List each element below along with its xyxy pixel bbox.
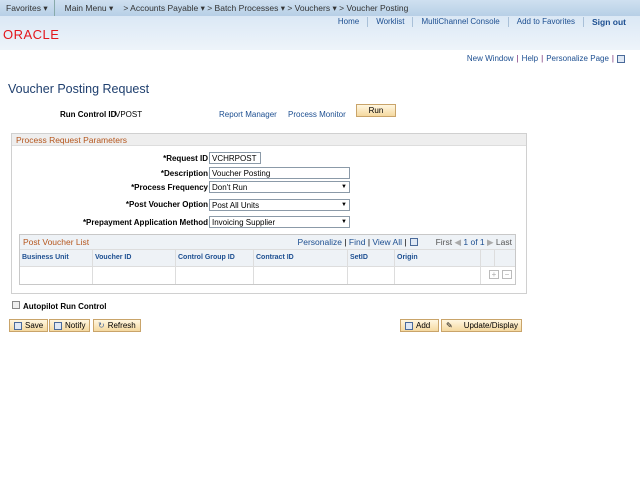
grid-find-link[interactable]: Find	[349, 237, 366, 247]
grid-title: Post Voucher List	[23, 237, 90, 247]
run-control-label: Run Control ID	[60, 110, 117, 119]
worklist-link[interactable]: Worklist	[367, 17, 412, 27]
description-label: *Description	[160, 169, 208, 178]
autopilot-label: Autopilot Run Control	[23, 302, 107, 311]
crumb-label: Accounts Payable	[130, 2, 199, 13]
description-input[interactable]: Voucher Posting	[209, 167, 350, 179]
refresh-label: Refresh	[107, 321, 136, 330]
prev-icon[interactable]: ◀	[452, 237, 463, 248]
frequency-label: *Process Frequency	[131, 183, 208, 192]
grid-count: 1 of 1	[463, 237, 485, 247]
grid-personalize-link[interactable]: Personalize	[298, 237, 342, 247]
post-option-label: *Post Voucher Option	[125, 200, 208, 209]
home-link[interactable]: Home	[330, 17, 367, 27]
sign-out-link[interactable]: Sign out	[583, 17, 634, 27]
notify-icon	[54, 321, 62, 330]
grid-view-all-link[interactable]: View All	[372, 237, 402, 247]
request-id-label: *Request ID	[163, 154, 208, 163]
crumb-current: > Voucher Posting	[339, 3, 409, 13]
customize-icon[interactable]	[617, 54, 625, 63]
save-button[interactable]: Save	[9, 319, 49, 332]
multichannel-link[interactable]: MultiChannel Console	[412, 17, 507, 27]
crumb-label: Batch Processes	[214, 2, 279, 13]
run-button[interactable]: Run	[356, 104, 396, 117]
add-icon	[405, 321, 413, 330]
crumb-vouchers[interactable]: > Vouchers ▾	[287, 3, 339, 14]
col-setid: SetID	[348, 250, 395, 266]
run-control-value: VPOST	[115, 110, 143, 119]
crumb-accounts-payable[interactable]: > Accounts Payable ▾	[123, 3, 207, 14]
add-button[interactable]: Add	[400, 319, 439, 332]
col-contract-id: Contract ID	[254, 250, 348, 266]
add-favorites-link[interactable]: Add to Favorites	[507, 17, 583, 27]
page-title: Voucher Posting Request	[8, 82, 150, 96]
refresh-icon: ↻	[98, 321, 105, 330]
pencil-icon: ✎	[446, 321, 453, 330]
crumb-label: Vouchers	[294, 2, 331, 13]
prepay-label: *Prepayment Application Method	[82, 218, 208, 227]
process-monitor-link[interactable]: Process Monitor	[288, 110, 346, 119]
crumb-label: Voucher Posting	[346, 3, 409, 13]
col-origin: Origin	[395, 250, 481, 266]
add-label: Add	[416, 321, 431, 330]
table-row: + −	[20, 266, 515, 284]
autopilot-checkbox[interactable]	[12, 301, 20, 309]
oracle-logo: ORACLE	[3, 27, 60, 42]
frequency-select[interactable]: Don't Run	[209, 181, 350, 193]
personalize-page-link[interactable]: Personalize Page	[546, 54, 609, 63]
page-links: New Window | Help | Personalize Page |	[467, 54, 625, 63]
col-business-unit: Business Unit	[20, 250, 93, 266]
delete-row-icon[interactable]: −	[502, 270, 512, 279]
refresh-button[interactable]: ↻ Refresh	[93, 319, 141, 332]
grid-last[interactable]: Last	[496, 237, 512, 247]
col-control-group-id: Control Group ID	[176, 250, 254, 266]
favorites-menu[interactable]: Favorites ▾	[0, 3, 54, 14]
help-link[interactable]: Help	[522, 54, 538, 63]
update-display-button[interactable]: ✎ Update/Display	[441, 319, 522, 332]
add-row-icon[interactable]: +	[489, 270, 499, 279]
prepay-select[interactable]: Invoicing Supplier	[209, 216, 350, 228]
crumb-batch-processes[interactable]: > Batch Processes ▾	[207, 3, 287, 14]
request-id-input[interactable]: VCHRPOST	[209, 152, 261, 164]
grid-first[interactable]: First	[436, 237, 453, 247]
save-icon	[14, 321, 22, 330]
save-label: Save	[25, 321, 44, 330]
col-voucher-id: Voucher ID	[93, 250, 176, 266]
section-title: Process Request Parameters	[12, 134, 526, 146]
notify-button[interactable]: Notify	[49, 319, 91, 332]
main-menu-label: Main Menu	[64, 2, 107, 13]
breadcrumb-bar: Favorites ▾ Main Menu ▾ > Accounts Payab…	[0, 0, 640, 16]
zoom-grid-icon[interactable]	[409, 238, 418, 246]
notify-label: Notify	[65, 321, 86, 330]
new-window-link[interactable]: New Window	[467, 54, 514, 63]
main-menu[interactable]: Main Menu ▾	[55, 3, 124, 14]
post-voucher-grid: Post Voucher List Personalize | Find | V…	[19, 234, 516, 285]
header-links: Home Worklist MultiChannel Console Add t…	[330, 17, 634, 27]
col-blank	[481, 250, 495, 266]
update-label: Update/Display	[463, 321, 518, 330]
favorites-label: Favorites	[6, 2, 41, 13]
post-option-select[interactable]: Post All Units	[209, 199, 350, 211]
next-icon[interactable]: ▶	[485, 237, 496, 248]
report-manager-link[interactable]: Report Manager	[219, 110, 277, 119]
